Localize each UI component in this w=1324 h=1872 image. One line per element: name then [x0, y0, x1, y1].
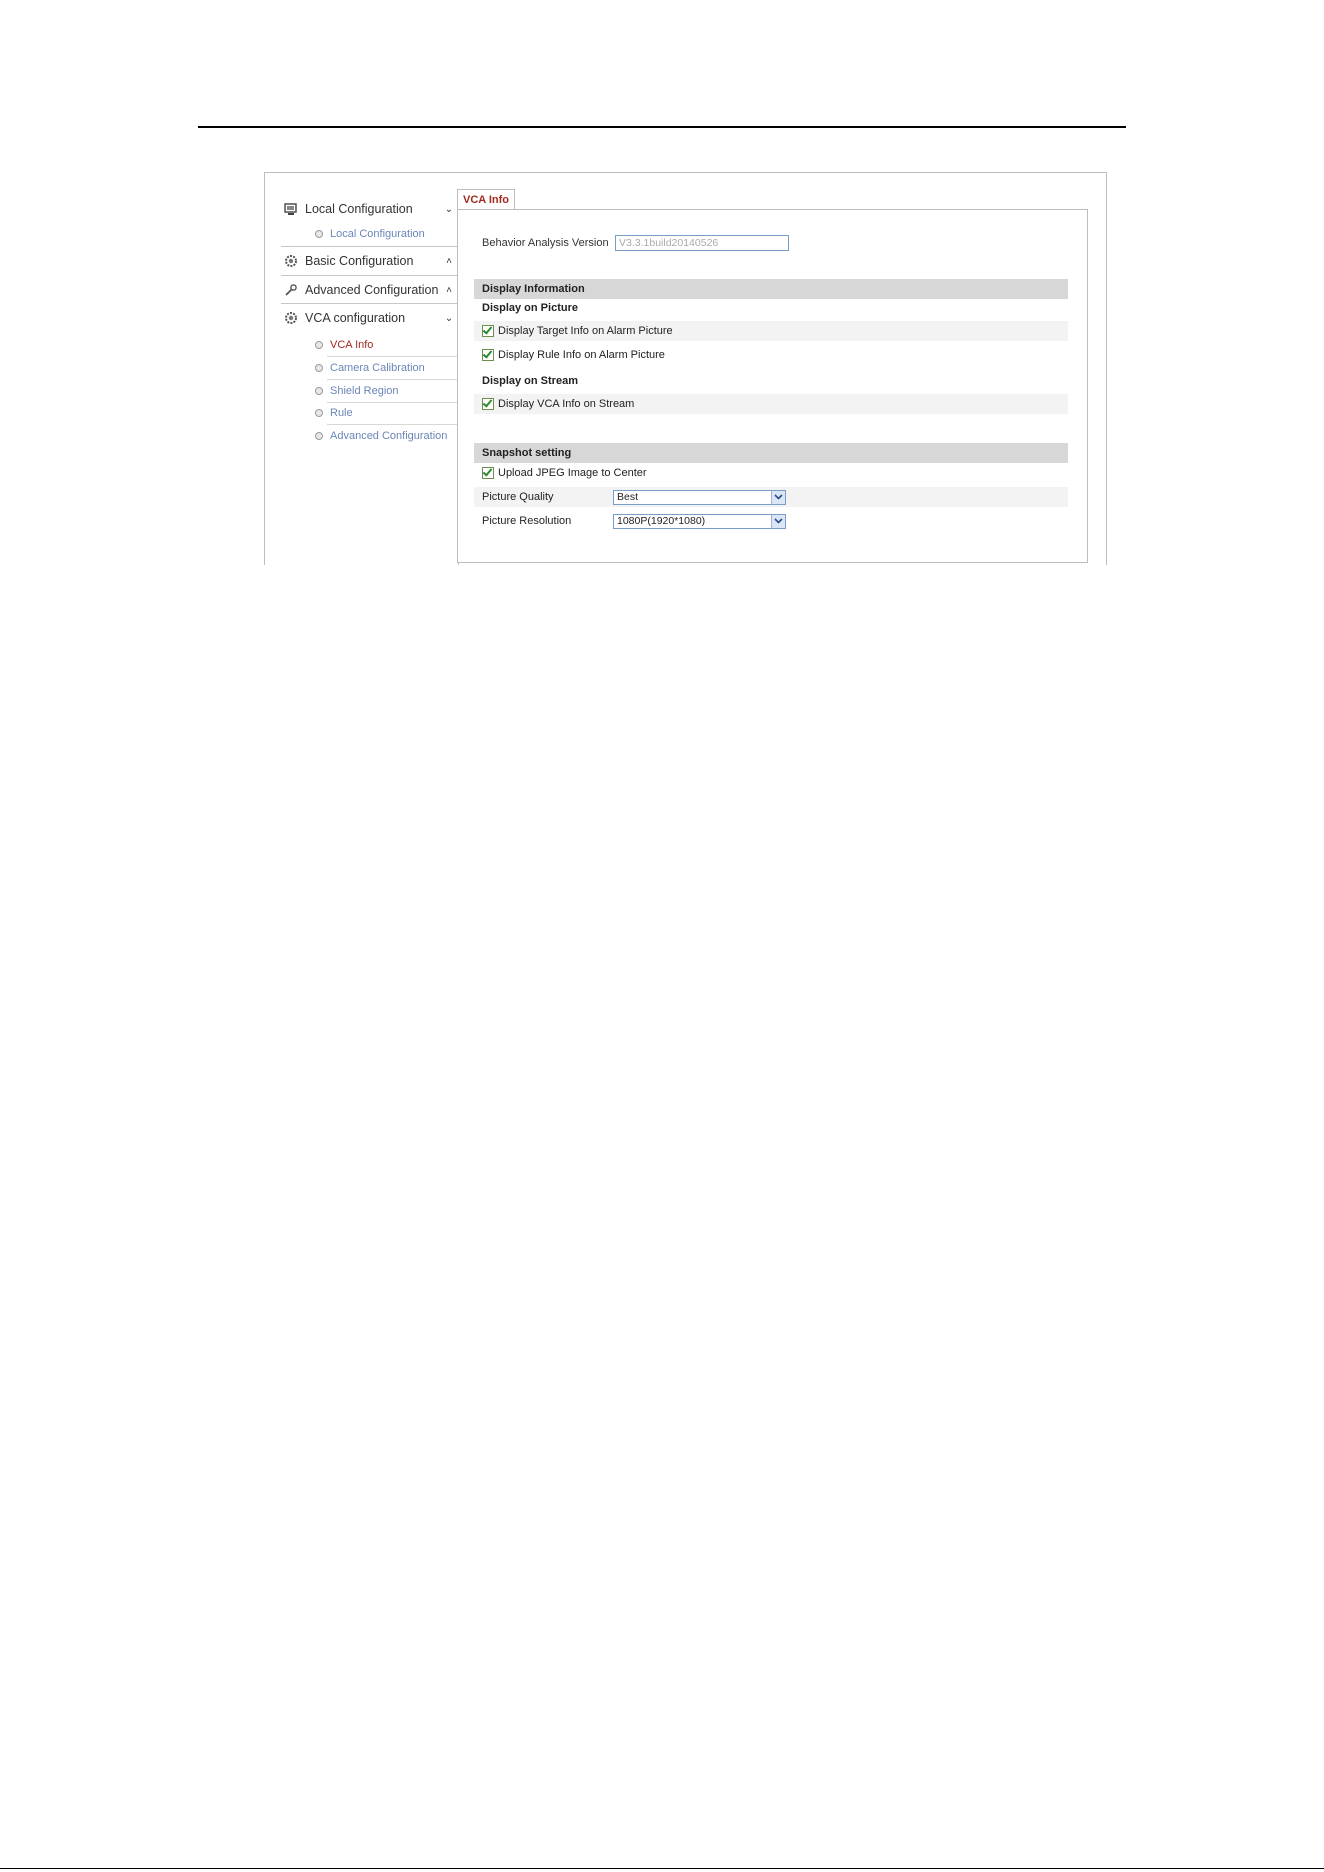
bullet-icon	[315, 230, 323, 238]
tab-label: VCA Info	[462, 193, 510, 206]
sidebar-section-advanced-configuration[interactable]: Advanced Configuration ˄	[281, 276, 457, 304]
option-row-target-info: Display Target Info on Alarm Picture	[474, 321, 1068, 341]
rule-info-checkbox[interactable]	[482, 349, 494, 361]
sidebar-item-vca-info[interactable]: VCA Info	[315, 334, 458, 356]
picture-quality-select[interactable]: Best	[613, 489, 786, 505]
sidebar-item-label: Camera Calibration	[330, 362, 425, 374]
sidebar-section-label: VCA configuration	[305, 311, 406, 325]
display-on-stream-title: Display on Stream	[482, 375, 578, 387]
selected-value: Best	[617, 491, 639, 503]
picture-resolution-select[interactable]: 1080P(1920*1080)	[613, 513, 786, 529]
picture-quality-label: Picture Quality	[482, 491, 554, 503]
chevron-up-icon: ˄	[446, 284, 452, 296]
gear-icon	[283, 253, 299, 269]
bullet-icon	[315, 432, 323, 440]
bullet-icon	[315, 409, 323, 417]
sidebar-item-label: Local Configuration	[330, 228, 425, 240]
sidebar-section-label: Advanced Configuration	[305, 283, 439, 297]
sidebar-item-shield-region[interactable]: Shield Region	[315, 380, 458, 402]
section-title: Display Information	[482, 283, 585, 295]
sidebar-section-basic-configuration[interactable]: Basic Configuration ˄	[281, 247, 457, 275]
sidebar-section-label: Basic Configuration	[305, 254, 414, 268]
page-footer-rule	[0, 1868, 1324, 1869]
section-title: Snapshot setting	[482, 447, 572, 459]
upload-jpeg-checkbox[interactable]	[482, 467, 494, 479]
sidebar-section-label: Local Configuration	[305, 202, 413, 216]
screenshot-frame: Local Configuration ⌄ Local Configuratio…	[264, 172, 1107, 565]
target-info-checkbox[interactable]	[482, 325, 494, 337]
display-information-header: Display Information	[474, 279, 1068, 299]
page-header-rule	[198, 126, 1126, 128]
option-label: Upload JPEG Image to Center	[498, 467, 647, 479]
monitor-icon	[283, 201, 299, 217]
sidebar-item-camera-calibration[interactable]: Camera Calibration	[315, 357, 458, 379]
option-label: Display VCA Info on Stream	[498, 398, 635, 410]
chevron-up-icon: ˄	[446, 255, 452, 267]
selected-value: 1080P(1920*1080)	[617, 515, 706, 527]
option-label: Display Rule Info on Alarm Picture	[498, 349, 665, 361]
picture-resolution-label: Picture Resolution	[482, 515, 572, 527]
vca-info-panel: Behavior Analysis Version Display Inform…	[457, 209, 1088, 563]
sidebar-section-local-configuration[interactable]: Local Configuration ⌄	[281, 195, 457, 223]
bullet-icon	[315, 364, 323, 372]
snapshot-setting-header: Snapshot setting	[474, 443, 1068, 463]
version-label: Behavior Analysis Version	[482, 237, 609, 249]
chevron-down-icon[interactable]	[771, 514, 785, 528]
sidebar-item-label: Advanced Configuration	[330, 430, 448, 442]
chevron-down-icon: ⌄	[444, 203, 454, 215]
version-field[interactable]	[615, 235, 789, 251]
chevron-down-icon: ⌄	[444, 312, 454, 324]
display-on-picture-title: Display on Picture	[482, 302, 578, 314]
picture-quality-row: Picture Quality Best	[474, 487, 1068, 507]
option-row-vca-info-stream: Display VCA Info on Stream	[474, 394, 1068, 414]
wrench-icon	[283, 282, 299, 298]
chevron-down-icon[interactable]	[771, 490, 785, 504]
sidebar-item-local-configuration[interactable]: Local Configuration	[315, 223, 458, 245]
sidebar-item-label: Rule	[330, 407, 353, 419]
vca-info-stream-checkbox[interactable]	[482, 398, 494, 410]
option-label: Display Target Info on Alarm Picture	[498, 325, 673, 337]
sidebar-item-label: Shield Region	[330, 385, 399, 397]
option-row-upload-jpeg: Upload JPEG Image to Center	[474, 463, 1068, 483]
bullet-icon	[315, 341, 323, 349]
sidebar-item-advanced-configuration[interactable]: Advanced Configuration	[315, 425, 458, 447]
sidebar-section-vca-configuration[interactable]: VCA configuration ⌄	[281, 304, 457, 332]
bullet-icon	[315, 387, 323, 395]
sidebar-item-rule[interactable]: Rule	[315, 402, 458, 424]
sidebar-item-label: VCA Info	[330, 339, 374, 351]
option-row-rule-info: Display Rule Info on Alarm Picture	[474, 345, 1068, 365]
picture-resolution-row: Picture Resolution 1080P(1920*1080)	[474, 511, 1068, 531]
gear-icon	[283, 310, 299, 326]
tab-vca-info[interactable]: VCA Info	[457, 189, 515, 209]
sidebar: Local Configuration ⌄ Local Configuratio…	[281, 189, 459, 565]
